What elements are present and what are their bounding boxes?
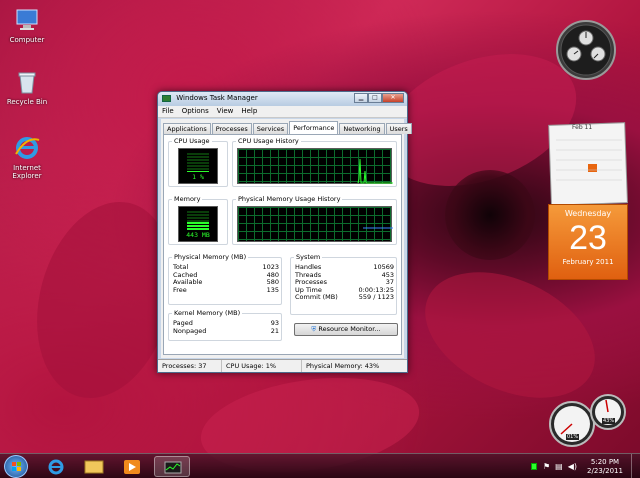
network-icon[interactable]: ▤ — [555, 462, 563, 471]
memory-value: 443 MB — [186, 231, 210, 239]
memory-meter: 443 MB — [178, 206, 218, 242]
kernel-memory-group: Kernel Memory (MB) Paged 93 Nonpaged 21 — [168, 309, 282, 341]
tab-networking[interactable]: Networking — [339, 123, 385, 134]
stat-row: Nonpaged 21 — [173, 326, 279, 335]
status-cpu: CPU Usage: 1% — [222, 360, 302, 372]
window-title: Windows Task Manager — [176, 94, 258, 102]
taskbar-date: 2/23/2011 — [587, 466, 623, 475]
taskbar: ⚑ ▤ ◀) 5:20 PM 2/23/2011 — [0, 453, 640, 478]
kernel-memory-label: Kernel Memory (MB) — [172, 309, 243, 317]
performance-panel: CPU Usage 1 % CPU Usage History Memory 4… — [163, 134, 402, 355]
cpu-usage-meter: 1 % — [178, 148, 218, 184]
calendar-month-year: February 2011 — [562, 258, 614, 266]
recycle-bin-icon — [13, 68, 41, 96]
desktop-icon-label: Computer — [9, 36, 45, 44]
system-tray: ⚑ ▤ ◀) 5:20 PM 2/23/2011 — [530, 454, 640, 478]
taskbar-task-manager[interactable] — [154, 456, 190, 477]
wallpaper-flower-center — [445, 170, 535, 260]
status-memory: Physical Memory: 43% — [306, 362, 380, 370]
cpu-usage-label: CPU Usage — [172, 137, 212, 145]
memory-history-group: Physical Memory Usage History — [232, 195, 397, 245]
resource-monitor-label: Resource Monitor... — [318, 325, 381, 333]
memory-history-graph — [237, 206, 393, 242]
task-manager-tray-icon[interactable] — [530, 463, 537, 470]
status-processes: Processes: 37 — [158, 360, 222, 372]
calendar-day-card: Wednesday 23 February 2011 — [548, 204, 628, 280]
taskbar-time: 5:20 PM — [590, 457, 620, 466]
internet-explorer-icon — [48, 459, 64, 475]
desktop-icon-internet-explorer[interactable]: Internet Explorer — [0, 134, 54, 180]
stat-row: Commit (MB) 559 / 1123 — [295, 293, 394, 301]
volume-icon[interactable]: ◀) — [568, 462, 577, 471]
cpu-history-label: CPU Usage History — [236, 137, 301, 145]
menu-file[interactable]: File — [162, 107, 174, 116]
calendar-day: 23 — [569, 219, 607, 257]
maximize-button[interactable]: □ — [368, 93, 382, 103]
menu-bar: File Options View Help — [158, 106, 407, 118]
computer-icon — [13, 6, 41, 34]
physical-memory-group: Physical Memory (MB) Total 1023 Cached 480… — [168, 253, 282, 305]
start-button[interactable] — [4, 455, 28, 478]
resource-monitor-button[interactable]: ⛨ Resource Monitor... — [294, 323, 398, 336]
cpu-usage-value: 1 % — [192, 173, 204, 181]
taskbar-clock[interactable]: 5:20 PM 2/23/2011 — [581, 458, 629, 476]
physical-memory-label: Physical Memory (MB) — [172, 253, 249, 261]
calendar-gadget[interactable]: Feb 11 Wednesday 23 February 2011 — [548, 122, 628, 282]
clock-gadget[interactable] — [548, 18, 624, 82]
tab-users[interactable]: Users — [385, 123, 412, 134]
tab-performance[interactable]: Performance — [289, 121, 339, 134]
shield-icon: ⛨ — [311, 325, 317, 333]
cpu-meter-gadget[interactable]: 01% 43% — [546, 392, 630, 450]
tab-strip: Applications Processes Services Performa… — [163, 121, 413, 134]
cpu-history-graph — [237, 148, 393, 184]
cpu-usage-group: CPU Usage 1 % — [168, 137, 228, 187]
desktop-icon-computer[interactable]: Computer — [0, 6, 54, 44]
menu-options[interactable]: Options — [182, 107, 209, 116]
menu-view[interactable]: View — [217, 107, 234, 116]
stat-row: Free 135 — [173, 285, 279, 294]
tab-processes[interactable]: Processes — [211, 123, 252, 134]
memory-history-label: Physical Memory Usage History — [236, 195, 343, 203]
memory-fill — [187, 222, 209, 230]
desktop-icon-label: Recycle Bin — [6, 98, 48, 106]
flag-icon[interactable]: ⚑ — [543, 462, 550, 471]
desktop-icon-recycle-bin[interactable]: Recycle Bin — [0, 68, 54, 106]
memory-group: Memory 443 MB — [168, 195, 228, 245]
menu-help[interactable]: Help — [241, 107, 257, 116]
close-button[interactable]: ✕ — [382, 93, 404, 103]
taskbar-windows-explorer[interactable] — [76, 456, 112, 477]
minimize-button[interactable]: ▁ — [354, 93, 368, 103]
system-group: System Handles 10569 Threads 453 Processes… — [290, 253, 397, 315]
cpu-usage-fill — [187, 171, 209, 172]
system-label: System — [294, 253, 323, 261]
task-manager-window[interactable]: Windows Task Manager ▁ □ ✕ File Options … — [157, 91, 412, 373]
status-bar: Processes: 37 CPU Usage: 1% Physical Mem… — [158, 359, 407, 372]
task-manager-icon — [162, 94, 171, 102]
internet-explorer-icon — [13, 134, 41, 162]
calendar-weekday: Wednesday — [564, 209, 612, 218]
window-body: Applications Processes Services Performa… — [161, 119, 412, 358]
taskbar-media-player[interactable] — [114, 456, 150, 477]
memory-meter-value: 43% — [602, 418, 616, 424]
calendar-month-label: Feb 11 — [572, 124, 593, 131]
cpu-meter-value: 01% — [566, 434, 580, 440]
memory-label: Memory — [172, 195, 203, 203]
desktop-icon-label: Internet Explorer — [12, 164, 42, 180]
windows-logo-icon — [12, 462, 21, 471]
show-desktop-button[interactable] — [631, 454, 640, 478]
media-player-icon — [124, 460, 140, 474]
stat-row: Available 580 — [173, 278, 279, 286]
cpu-history-group: CPU Usage History — [232, 137, 397, 187]
tab-services[interactable]: Services — [252, 123, 289, 134]
taskbar-internet-explorer[interactable] — [38, 456, 74, 477]
window-titlebar[interactable]: Windows Task Manager ▁ □ ✕ — [158, 92, 407, 106]
tab-applications[interactable]: Applications — [163, 123, 211, 134]
task-manager-icon — [164, 461, 182, 474]
calendar-grid — [588, 164, 597, 172]
folder-icon — [84, 460, 104, 474]
